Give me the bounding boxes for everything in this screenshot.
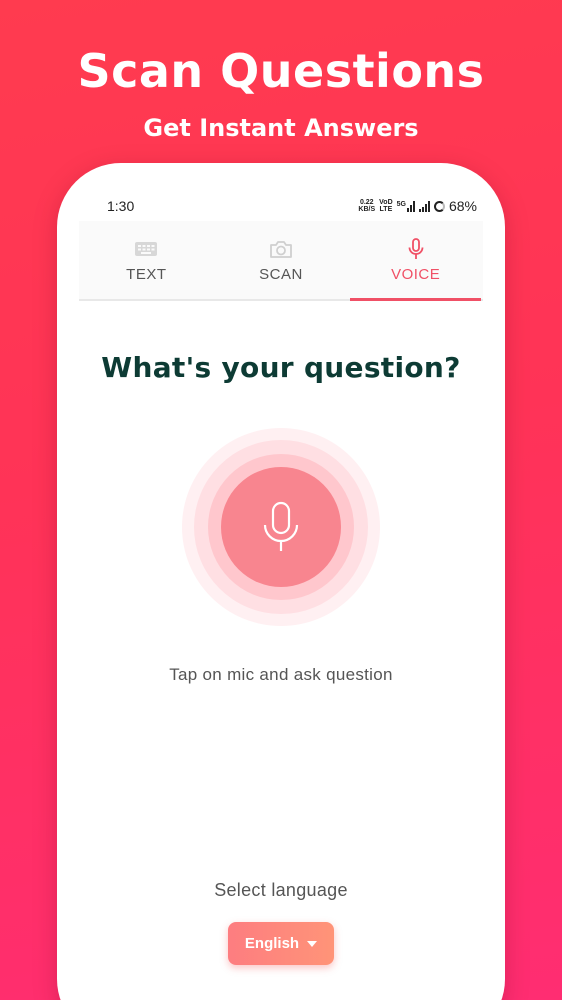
promo-title: Scan Questions (77, 44, 485, 98)
tab-text-label: TEXT (126, 265, 167, 283)
tab-text[interactable]: TEXT (79, 221, 214, 299)
mic-area (182, 428, 380, 626)
language-selected: English (244, 935, 300, 952)
keyboard-icon (135, 241, 158, 256)
tab-voice[interactable]: VOICE (348, 221, 483, 301)
status-icons: 0.22 KB/S VoD LTE 5G 68% (358, 198, 477, 214)
mic-button[interactable] (221, 467, 341, 587)
promo-subtitle: Get Instant Answers (143, 114, 419, 142)
tab-scan[interactable]: SCAN (214, 221, 349, 299)
volte-top: VoD (379, 199, 393, 206)
mode-tabs: TEXT SCAN VOICE (79, 221, 483, 301)
microphone-icon (408, 237, 424, 259)
app-screen: 1:30 0.22 KB/S VoD LTE 5G 68% TEXT SCAN … (79, 191, 483, 1000)
battery-icon (433, 200, 445, 212)
signal-icon (406, 200, 415, 212)
tab-voice-label: VOICE (391, 265, 441, 283)
question-heading: What's your question? (101, 351, 461, 384)
status-time: 1:30 (107, 198, 135, 214)
network-speed-unit: KB/S (358, 206, 376, 213)
network-type: 5G (396, 200, 406, 208)
battery-level: 68% (448, 198, 477, 214)
network-speed-value: 0.22 (359, 199, 374, 206)
volte-bottom: LTE (379, 206, 393, 213)
select-language-label: Select language (214, 880, 348, 900)
language-dropdown[interactable]: English (228, 922, 334, 965)
mic-hint: Tap on mic and ask question (169, 665, 393, 684)
volte-indicator: VoD LTE (379, 199, 392, 213)
camera-icon (270, 240, 292, 258)
phone-frame: 1:30 0.22 KB/S VoD LTE 5G 68% TEXT SCAN … (57, 163, 505, 1000)
network-5g-signal: 5G (396, 200, 415, 212)
network-speed: 0.22 KB/S (358, 199, 375, 213)
status-bar: 1:30 0.22 KB/S VoD LTE 5G 68% (79, 191, 483, 221)
signal-2-icon (418, 200, 430, 212)
mic-icon (263, 501, 299, 551)
chevron-down-icon (307, 940, 318, 947)
tab-scan-label: SCAN (259, 265, 303, 283)
